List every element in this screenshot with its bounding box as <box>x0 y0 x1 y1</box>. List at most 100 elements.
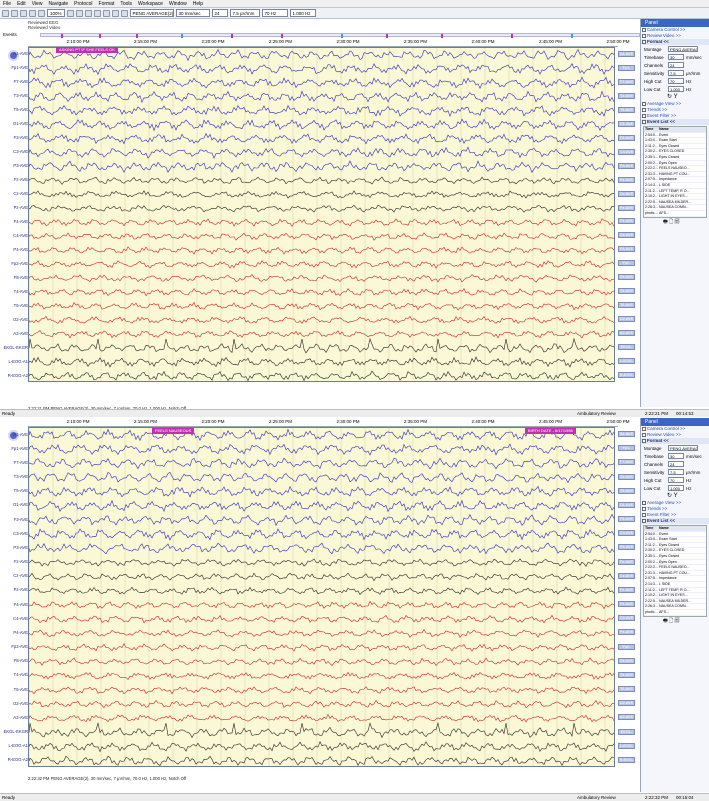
channel-settings-button[interactable]: F7-AVE <box>618 459 635 466</box>
channel-settings-button[interactable]: T5-AVE <box>618 487 635 494</box>
channel-label[interactable]: Fp1-AVE <box>2 65 28 70</box>
channel-label[interactable]: Fp2-AVE <box>2 644 28 649</box>
col-time[interactable]: Time <box>644 526 659 531</box>
channels-field[interactable]: 24 <box>668 62 684 68</box>
channel-settings-button[interactable]: P3-AVE <box>618 162 635 169</box>
channel-label[interactable]: Fz-AVE <box>2 559 28 564</box>
channel-label[interactable]: Fz-AVE <box>2 177 28 182</box>
trace-area[interactable] <box>28 47 615 382</box>
channel-label[interactable]: F3-AVE <box>2 517 28 522</box>
events-track[interactable] <box>40 33 640 38</box>
channel-label[interactable]: R-EOG-A2 <box>2 373 28 378</box>
sensitivity-field[interactable]: 7.5 <box>668 469 684 475</box>
channel-label[interactable]: C3-AVE <box>2 531 28 536</box>
channel-label[interactable]: T3-AVE <box>2 474 28 479</box>
channel-settings-button[interactable]: T4-AVE <box>618 288 635 295</box>
search-icon[interactable] <box>111 9 119 17</box>
highcut-field[interactable]: 70 <box>668 78 684 84</box>
channel-settings-button[interactable]: Fp2-AVE <box>618 260 635 267</box>
channel-settings-button[interactable]: T6-AVE <box>618 686 635 693</box>
channel-settings-button[interactable]: O1-AVE <box>618 501 635 508</box>
lowcut-field[interactable]: 1.000 <box>668 86 684 92</box>
channel-label[interactable]: EKGL-EKGR <box>2 345 28 350</box>
channel-label[interactable]: P4-AVE <box>2 630 28 635</box>
channel-label[interactable]: T4-AVE <box>2 672 28 677</box>
event-row[interactable]: photic... AFS... <box>644 211 706 217</box>
channel-settings-button[interactable]: Cz-AVE <box>618 190 635 197</box>
timebase-field[interactable]: 30 <box>668 453 684 459</box>
menu-item-window[interactable]: Window <box>166 1 190 7</box>
zoom-select[interactable]: 100% <box>47 9 65 17</box>
channel-label[interactable]: A1-AVE <box>2 432 28 437</box>
channel-label[interactable]: A2-AVE <box>2 715 28 720</box>
save-icon[interactable] <box>11 9 18 17</box>
channel-label[interactable]: EKGL-EKGR <box>2 729 28 734</box>
channel-settings-button[interactable]: C4-AVE <box>618 615 635 622</box>
channel-label[interactable]: A2-AVE <box>2 331 28 336</box>
annotation-label[interactable]: FEELS NAUSEOUS <box>152 428 195 434</box>
channel-label[interactable]: T3-AVE <box>2 93 28 98</box>
channel-settings-button[interactable]: T6-AVE <box>618 302 635 309</box>
undo-icon[interactable]: ↻ Y <box>641 93 709 101</box>
channel-settings-button[interactable]: Pz-AVE <box>618 586 635 593</box>
menu-item-edit[interactable]: Edit <box>14 1 29 7</box>
menu-item-protocol[interactable]: Protocol <box>71 1 95 7</box>
lowcut-select[interactable]: 1.000 Hz <box>289 9 316 17</box>
channel-label[interactable]: R-EOG-A2 <box>2 757 28 762</box>
channel-settings-button[interactable]: O1-AVE <box>618 120 635 127</box>
channel-settings-button[interactable]: C3-AVE <box>618 148 635 155</box>
undo-icon[interactable]: ↻ Y <box>641 492 709 500</box>
channel-settings-button[interactable]: F3-AVE <box>618 134 635 141</box>
channel-label[interactable]: T6-AVE <box>2 303 28 308</box>
lowcut-field[interactable]: 1.000 <box>668 485 684 491</box>
event-row[interactable]: photic... AFS... <box>644 610 706 616</box>
channel-label[interactable]: F4-AVE <box>2 219 28 224</box>
cut-icon[interactable] <box>120 9 128 17</box>
channel-label[interactable]: L-EOG-A1 <box>2 743 28 748</box>
channel-label[interactable]: C3-AVE <box>2 149 28 154</box>
channel-settings-button[interactable]: A1-AVE <box>618 431 635 438</box>
eventlist-section-header[interactable]: Event List << <box>641 518 709 524</box>
channel-settings-button[interactable]: Fz-AVE <box>618 558 635 565</box>
channel-label[interactable]: F4-AVE <box>2 602 28 607</box>
trace-area[interactable] <box>28 427 615 767</box>
channel-settings-button[interactable]: F4-AVE <box>618 601 635 608</box>
channel-settings-button[interactable]: L-EOG-A1 <box>618 358 635 365</box>
open-icon[interactable] <box>2 9 9 17</box>
channel-settings-button[interactable]: F8-AVE <box>618 274 635 281</box>
highcut-select[interactable]: 70 Hz <box>261 9 288 17</box>
annotation-label[interactable]: BIRTH DATE - 6/17/1998 <box>525 428 576 434</box>
channels-select[interactable]: 24 <box>211 9 228 17</box>
menu-item-workspace[interactable]: Workspace <box>135 1 166 7</box>
channel-settings-button[interactable]: C3-AVE <box>618 530 635 537</box>
channel-label[interactable]: T4-AVE <box>2 289 28 294</box>
channel-settings-button[interactable]: R-EOG-A2 <box>618 372 635 379</box>
annotate-icon[interactable] <box>102 9 110 17</box>
menu-item-file[interactable]: File <box>0 1 14 7</box>
channel-label[interactable]: Cz-AVE <box>2 573 28 578</box>
channel-label[interactable]: T5-AVE <box>2 488 28 493</box>
channel-label[interactable]: T6-AVE <box>2 687 28 692</box>
channel-settings-button[interactable]: L-EOG-A1 <box>618 742 635 749</box>
play-back-icon[interactable] <box>29 9 36 17</box>
marker-icon[interactable] <box>66 9 74 17</box>
channel-settings-button[interactable]: O2-AVE <box>618 316 635 323</box>
music-icon[interactable] <box>75 9 83 17</box>
panel-action-icons[interactable]: 🖶 🗋 🗐 <box>641 219 709 227</box>
channel-label[interactable]: F8-AVE <box>2 275 28 280</box>
channel-label[interactable]: P4-AVE <box>2 247 28 252</box>
channel-settings-button[interactable]: P4-AVE <box>618 629 635 636</box>
channel-label[interactable]: Cz-AVE <box>2 191 28 196</box>
channel-label[interactable]: F7-AVE <box>2 460 28 465</box>
channel-label[interactable]: Pz-AVE <box>2 205 28 210</box>
play-forward-icon[interactable] <box>38 9 45 17</box>
channel-settings-button[interactable]: Fp2-AVE <box>618 643 635 650</box>
channel-settings-button[interactable]: F7-AVE <box>618 78 635 85</box>
annotation-label[interactable]: ASKING PT IF SHE FEELS OK <box>56 47 118 53</box>
channel-settings-button[interactable]: T5-AVE <box>618 106 635 113</box>
channel-settings-button[interactable]: Fp1-AVE <box>618 445 635 452</box>
channel-settings-button[interactable]: T3-AVE <box>618 473 635 480</box>
channel-label[interactable]: Pz-AVE <box>2 587 28 592</box>
ruler-icon[interactable] <box>84 9 92 17</box>
channel-settings-button[interactable]: P4-AVE <box>618 246 635 253</box>
